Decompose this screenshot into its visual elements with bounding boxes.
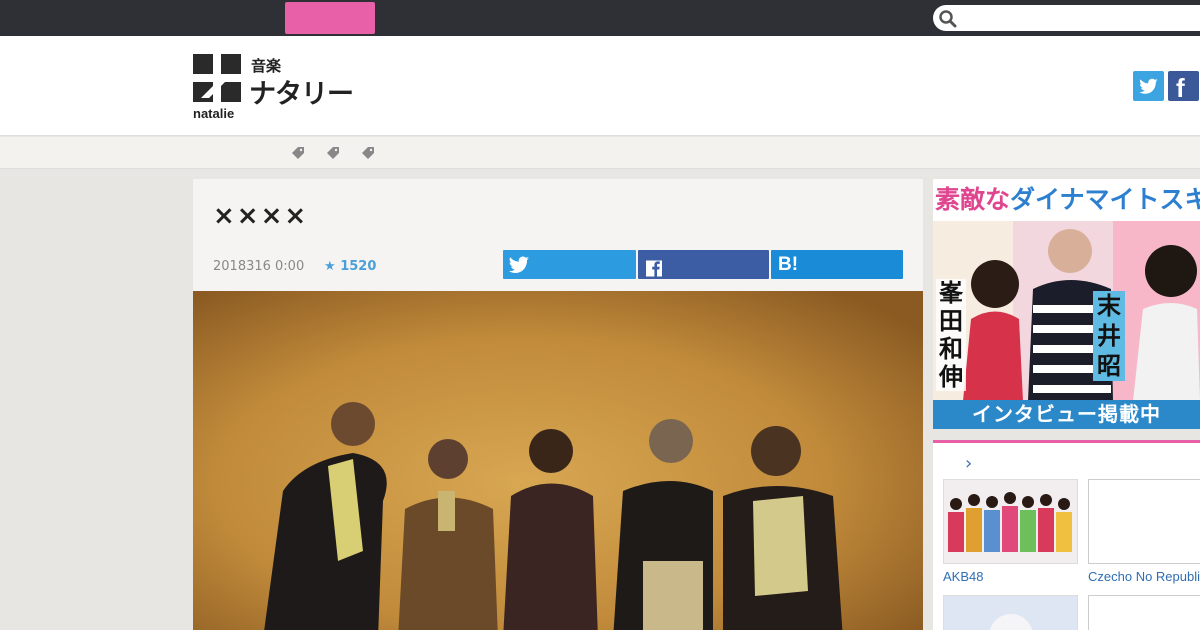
twitter-icon <box>508 256 529 273</box>
twitter-icon <box>1139 78 1158 94</box>
tag-icon[interactable] <box>326 146 340 160</box>
related-thumbnail[interactable] <box>943 595 1078 630</box>
article-card: ×××× 2018316 0:00 ★ 1520 B! <box>193 179 923 630</box>
site-header: 音楽 ナタリー natalie f <box>0 36 1200 136</box>
ad-footer-text: インタビュー掲載中 <box>933 400 1200 429</box>
related-artist-link[interactable]: AKB48 <box>943 569 983 584</box>
tag-icon[interactable] <box>361 146 375 160</box>
ad-headline: 素敵なダイナマイトスキャンダ <box>933 179 1200 221</box>
ad-headline-part-b: ダイナマイトスキャンダ <box>1010 185 1200 214</box>
article-date: 2018316 0:00 <box>213 259 305 274</box>
twitter-follow-button[interactable] <box>1133 71 1164 101</box>
related-artists-section: › AKB48 Czecho No Republic <box>933 440 1200 630</box>
share-facebook-button[interactable] <box>638 250 769 279</box>
search-input[interactable] <box>933 5 1200 31</box>
related-thumbnail[interactable] <box>1088 479 1200 564</box>
related-thumbnail-image <box>944 596 1077 630</box>
related-artist-link[interactable]: Czecho No Republic <box>1088 569 1200 584</box>
star-count[interactable]: ★ 1520 <box>324 259 376 274</box>
search-icon[interactable] <box>938 9 958 29</box>
top-bar <box>0 0 1200 36</box>
logo-subtitle: natalie <box>193 106 235 121</box>
star-count-value: 1520 <box>340 259 377 274</box>
tag-icon[interactable] <box>291 146 305 160</box>
related-thumbnail[interactable] <box>943 479 1078 564</box>
facebook-icon <box>646 260 662 277</box>
star-icon: ★ <box>324 259 336 274</box>
share-hatena-button[interactable]: B! <box>771 250 903 279</box>
article-title: ×××× <box>213 201 309 231</box>
logo-title: ナタリー <box>249 79 354 110</box>
music-section-tab[interactable] <box>285 2 375 34</box>
tag-navigation <box>0 137 1200 169</box>
ad-artist-name-1: 峯田和伸 <box>936 279 966 391</box>
site-logo[interactable]: 音楽 ナタリー natalie <box>193 54 363 124</box>
ad-artist-name-2: 末井昭 <box>1093 291 1125 381</box>
sidebar-ad-banner[interactable]: 素敵なダイナマイトスキャンダ 峯田和伸 末井昭 インタビュー掲載中 <box>933 179 1200 429</box>
band-photo-image <box>193 291 923 630</box>
article-main-photo <box>193 291 923 630</box>
facebook-follow-button[interactable]: f <box>1168 71 1199 103</box>
related-thumbnail[interactable] <box>1088 595 1200 630</box>
natalie-logo-icon <box>193 54 241 102</box>
ad-headline-part-a: 素敵な <box>935 185 1011 214</box>
akb48-thumbnail-image <box>944 480 1077 563</box>
share-twitter-button[interactable] <box>503 250 636 279</box>
chevron-right-icon[interactable]: › <box>965 453 972 474</box>
